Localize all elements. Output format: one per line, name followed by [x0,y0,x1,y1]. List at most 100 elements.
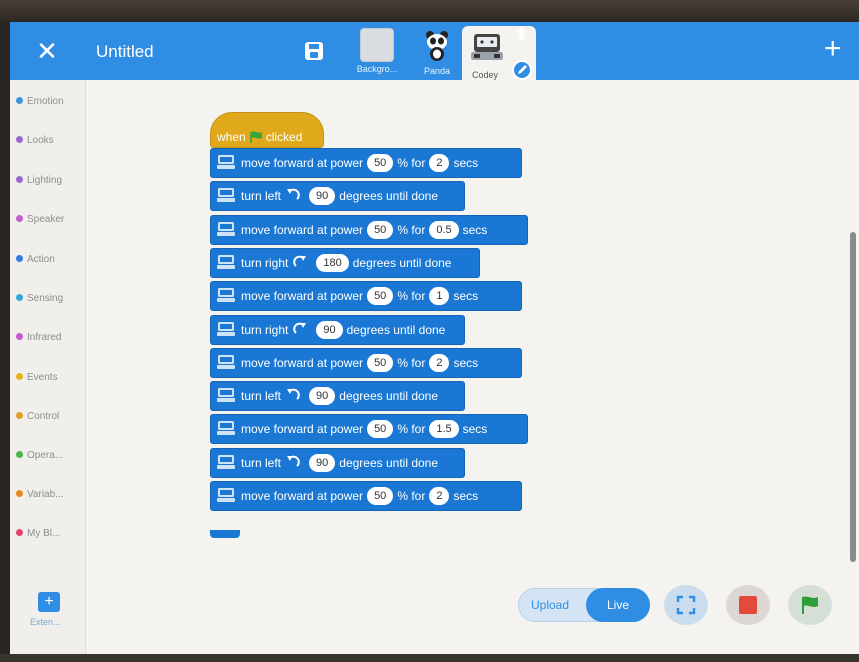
panda-icon [426,31,448,61]
category-infrared[interactable]: Infrared [16,328,61,348]
move-forward-block[interactable]: move forward at power 50% for 1 secs [210,281,522,312]
move-forward-block[interactable]: move forward at power 50% for 2 secs [210,148,522,178]
power-input[interactable]: 50 [367,220,394,239]
degrees-input[interactable]: 90 [309,387,336,406]
category-lighting[interactable]: Lighting [16,171,62,191]
category-dot [16,373,23,380]
category-label: Opera... [27,450,64,461]
seconds-input[interactable]: 2 [429,487,450,505]
category-dot [16,215,23,222]
live-mode-button[interactable]: Live [586,588,650,622]
power-input[interactable]: 50 [367,287,394,306]
block-text: turn left [241,189,282,204]
codey-block-icon [217,454,235,469]
seconds-input[interactable]: 1 [429,287,450,306]
upload-mode-button[interactable]: Upload [531,589,569,621]
turn-left-block[interactable]: turn left 90 degrees until done [210,181,465,212]
move-forward-block[interactable]: move forward at power 50% for 1.5 secs [210,414,528,445]
category-control[interactable]: Control [16,407,59,427]
stop-button[interactable] [726,585,770,625]
block-text: move forward at power [241,355,364,370]
seconds-input[interactable]: 0.5 [429,220,459,239]
extension-label: Exten... [30,617,61,627]
codey-block-icon [217,288,235,303]
category-label: Speaker [27,214,65,225]
category-label: Sensing [27,293,64,304]
category-my-blocks[interactable]: My Bl... [16,524,60,544]
block-text: move forward at power [241,422,364,437]
block-text: secs [453,489,479,503]
degrees-input[interactable]: 90 [309,453,336,472]
turn-right-block[interactable]: turn right 180 degrees until done [210,247,480,278]
degrees-input[interactable]: 90 [309,187,336,206]
category-sensing[interactable]: Sensing [16,289,63,309]
move-forward-block[interactable]: move forward at power 50% for 0.5 secs [210,214,528,245]
green-flag-icon [249,131,262,143]
category-label: Events [27,372,58,383]
codey-block-icon [217,488,235,502]
turn-right-block[interactable]: turn right 90 degrees until done [210,314,465,345]
degrees-input[interactable]: 180 [316,253,349,272]
seconds-input[interactable]: 2 [429,154,450,172]
category-variables[interactable]: Variab... [16,485,64,505]
block-text: degrees until done [339,189,439,204]
sprite-tab-panda[interactable]: Panda [408,26,466,80]
rotate-right-icon [293,255,307,267]
block-text: move forward at power [241,489,364,503]
move-forward-block[interactable]: move forward at power 50% for 2 secs [210,481,522,511]
degrees-input[interactable]: 90 [316,320,343,339]
block-text: turn right [241,255,289,270]
fullscreen-button[interactable] [664,585,708,625]
category-emotion[interactable]: Emotion [16,92,64,112]
device-bezel-top [0,0,859,22]
edit-sprite-button[interactable] [512,60,532,80]
block-text: % for [397,422,426,437]
add-extension-button[interactable]: + [38,592,60,612]
category-action[interactable]: Action [16,250,55,270]
block-text: % for [397,355,426,370]
category-events[interactable]: Events [16,368,58,388]
pencil-icon [518,65,527,74]
green-flag-icon [802,596,818,614]
category-dot [16,97,23,104]
power-input[interactable]: 50 [367,420,394,439]
close-button[interactable]: ✕ [34,38,60,64]
upload-live-toggle[interactable]: Upload Live [518,588,650,622]
seconds-input[interactable]: 2 [429,353,450,372]
category-operators[interactable]: Opera... [16,446,63,466]
move-forward-block[interactable]: move forward at power 50% for 2 secs [210,347,522,378]
block-text: move forward at power [241,156,364,170]
when-flag-clicked-block[interactable]: when clicked [210,112,324,148]
codey-block-icon [217,388,235,403]
block-text: % for [397,489,426,503]
fullscreen-icon [676,595,696,615]
category-looks[interactable]: Looks [16,131,54,151]
codey-block-icon [217,221,235,236]
turn-left-block[interactable]: turn left 90 degrees until done [210,447,465,478]
power-input[interactable]: 50 [367,487,394,505]
category-speaker[interactable]: Speaker [16,210,64,230]
category-label: Control [27,411,60,422]
sprite-tab-background[interactable]: Backgro... [348,26,406,80]
green-flag-run-button[interactable] [788,585,832,625]
power-input[interactable]: 50 [367,353,394,372]
project-title[interactable]: Untitled [96,42,154,62]
sprite-tab-label: Backgro... [356,64,398,74]
turn-left-block[interactable]: turn left 90 degrees until done [210,381,465,412]
app-screen: ✕ Untitled Backgro... Panda Codey + Emot… [10,22,859,654]
bluetooth-icon[interactable] [515,26,527,42]
category-label: Looks [27,135,54,146]
top-bar: ✕ Untitled Backgro... Panda Codey + [10,22,859,82]
block-text: % for [397,156,426,170]
power-input[interactable]: 50 [367,154,394,172]
codey-block-icon [217,254,235,269]
background-thumbnail [360,28,394,62]
codey-block-icon [217,188,235,203]
category-dot [16,333,23,340]
canvas-scrollbar[interactable] [850,232,856,562]
seconds-input[interactable]: 1.5 [429,420,459,439]
category-dot [16,255,23,262]
category-label: Infrared [27,332,62,343]
add-sprite-button[interactable]: + [824,34,842,64]
save-icon[interactable] [304,41,324,61]
